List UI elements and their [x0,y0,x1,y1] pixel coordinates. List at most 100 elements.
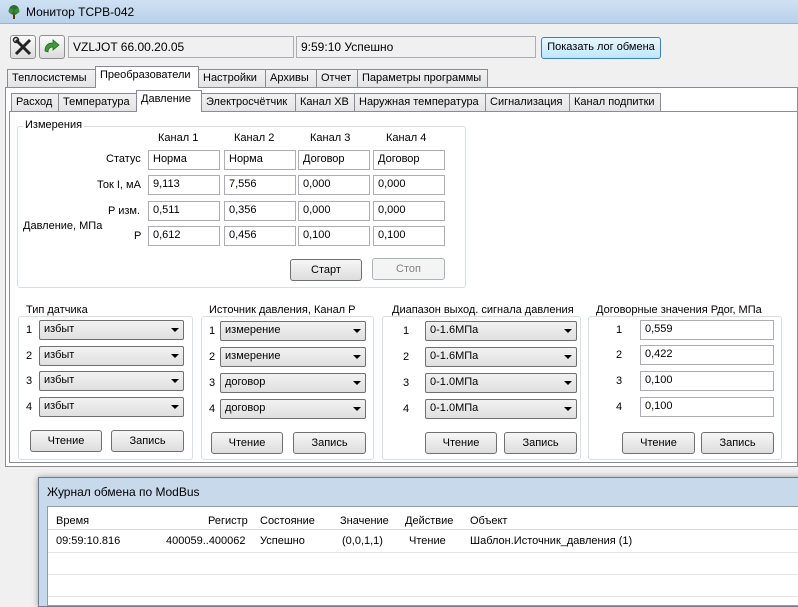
pressure-source-title: Источник давления, Канал P [207,304,358,316]
log-cell-action: Чтение [409,535,446,547]
log-row-divider [48,596,798,597]
contract-value-input-1[interactable]: 0,559 [640,320,774,340]
contract-value-input-3[interactable]: 0,100 [640,371,774,391]
sensor-type-title: Тип датчика [24,304,90,316]
tab-archives[interactable]: Архивы [265,69,317,88]
tab-electricity-meter[interactable]: Электросчётчик [201,93,296,112]
contract-read-button[interactable]: Чтение [622,432,695,454]
p-meas-ch4: 0,000 [373,201,445,221]
channel-3-header: Канал 3 [310,132,351,144]
output-range-select-2[interactable]: 0-1.6МПа [425,347,577,367]
sensor-type-select-3[interactable]: избыт [39,371,184,391]
output-range-select-3[interactable]: 0-1.0МПа [425,373,577,393]
log-header-time[interactable]: Время [56,515,89,527]
current-ch2: 7,556 [224,175,296,195]
pressure-source-select-4[interactable]: договор [220,399,366,419]
contract-value-input-4[interactable]: 0,100 [640,397,774,417]
refresh-button[interactable] [39,35,65,59]
tab-outdoor-temperature[interactable]: Наружная температура [354,93,486,112]
output-range-value: 0-1.0МПа [430,376,479,388]
log-header-value[interactable]: Значение [340,515,389,527]
sensor-type-select-4[interactable]: избыт [39,397,184,417]
show-log-button[interactable]: Показать лог обмена [541,37,661,59]
log-header-action[interactable]: Действие [405,515,453,527]
contract-row-3-number: 3 [616,375,623,387]
modbus-log-window: Журнал обмена по ModBus Время Регистр Со… [38,477,798,607]
p-label: P [134,230,142,242]
tab-program-params[interactable]: Параметры программы [357,69,488,88]
pressure-source-value: договор [225,402,266,414]
tab-converters[interactable]: Преобразователи [95,66,199,88]
chevron-down-icon [171,379,179,383]
output-range-select-1[interactable]: 0-1.6МПа [425,321,577,341]
chevron-down-icon [353,355,361,359]
tab-alarm[interactable]: Сигнализация [485,93,570,112]
log-header-object[interactable]: Объект [470,515,507,527]
contract-value-input-2[interactable]: 0,422 [640,345,774,365]
current-label: Ток I, мА [97,179,141,191]
source-row-3-number: 3 [209,377,216,389]
pressure-source-write-button[interactable]: Запись [293,432,366,454]
log-cell-register: 400059..400062 [166,535,246,547]
stop-button[interactable]: Стоп [372,258,445,280]
chevron-down-icon [171,405,179,409]
log-row-divider [48,574,798,575]
p-ch4: 0,100 [373,226,445,246]
sensor-type-value: избыт [44,374,75,386]
output-range-read-button[interactable]: Чтение [425,432,497,454]
range-row-1-number: 1 [403,325,410,337]
sensor-type-write-button[interactable]: Запись [111,430,184,452]
source-row-2-number: 2 [209,351,216,363]
channel-1-header: Канал 1 [158,132,199,144]
output-range-value: 0-1.6МПа [430,324,479,336]
status-ch4: Договор [373,150,445,170]
tab-flow[interactable]: Расход [11,93,59,112]
p-ch1: 0,612 [148,226,220,246]
p-meas-ch1: 0,511 [148,201,220,221]
log-window-title: Журнал обмена по ModBus [47,485,200,499]
status-ch1: Норма [148,150,220,170]
pressure-source-select-1[interactable]: измерение [220,321,366,341]
tools-button[interactable] [10,35,36,59]
pressure-source-value: договор [225,376,266,388]
output-range-value: 0-1.0МПа [430,402,479,414]
tree-icon [8,5,20,19]
tab-cold-water-channel[interactable]: Канал ХВ [295,93,355,112]
p-ch2: 0,456 [224,226,296,246]
tab-settings[interactable]: Настройки [198,69,266,88]
chevron-down-icon [564,407,572,411]
sensor-type-select-1[interactable]: избыт [39,320,184,340]
current-ch1: 9,113 [148,175,220,195]
output-range-write-button[interactable]: Запись [504,432,577,454]
pressure-source-select-2[interactable]: измерение [220,347,366,367]
p-meas-ch3: 0,000 [298,201,370,221]
tab-makeup-channel[interactable]: Канал подпитки [569,93,661,112]
sensor-type-select-2[interactable]: избыт [39,346,184,366]
tab-pressure[interactable]: Давление [136,90,202,112]
pressure-source-value: измерение [225,350,281,362]
sensor-row-2-number: 2 [26,350,33,362]
start-button[interactable]: Старт [290,259,362,281]
refresh-arrow-icon [44,39,60,53]
contract-write-button[interactable]: Запись [701,432,774,454]
log-header-state[interactable]: Состояние [260,515,315,527]
log-row-divider [48,552,798,553]
pressure-source-read-button[interactable]: Чтение [211,432,283,454]
status-label: Статус [106,153,141,165]
log-cell-value: (0,0,1,1) [342,535,383,547]
pressure-source-select-3[interactable]: договор [220,373,366,393]
table-row[interactable]: 09:59:10.816 400059..400062 Успешно (0,0… [48,530,798,552]
sensor-row-4-number: 4 [26,401,33,413]
device-field: VZLJOT 66.00.20.05 [68,36,294,58]
status-field: 9:59:10 Успешно [296,36,536,58]
contract-row-4-number: 4 [616,401,623,413]
measurements-title: Измерения [23,119,85,131]
output-range-select-4[interactable]: 0-1.0МПа [425,399,577,419]
tab-report[interactable]: Отчет [316,69,358,88]
status-ch2: Норма [224,150,296,170]
log-header-register[interactable]: Регистр [208,515,248,527]
tab-heat-systems[interactable]: Теплосистемы [7,69,96,88]
sensor-row-1-number: 1 [26,324,33,336]
tab-temperature[interactable]: Температура [58,93,137,112]
sensor-type-read-button[interactable]: Чтение [30,430,102,452]
